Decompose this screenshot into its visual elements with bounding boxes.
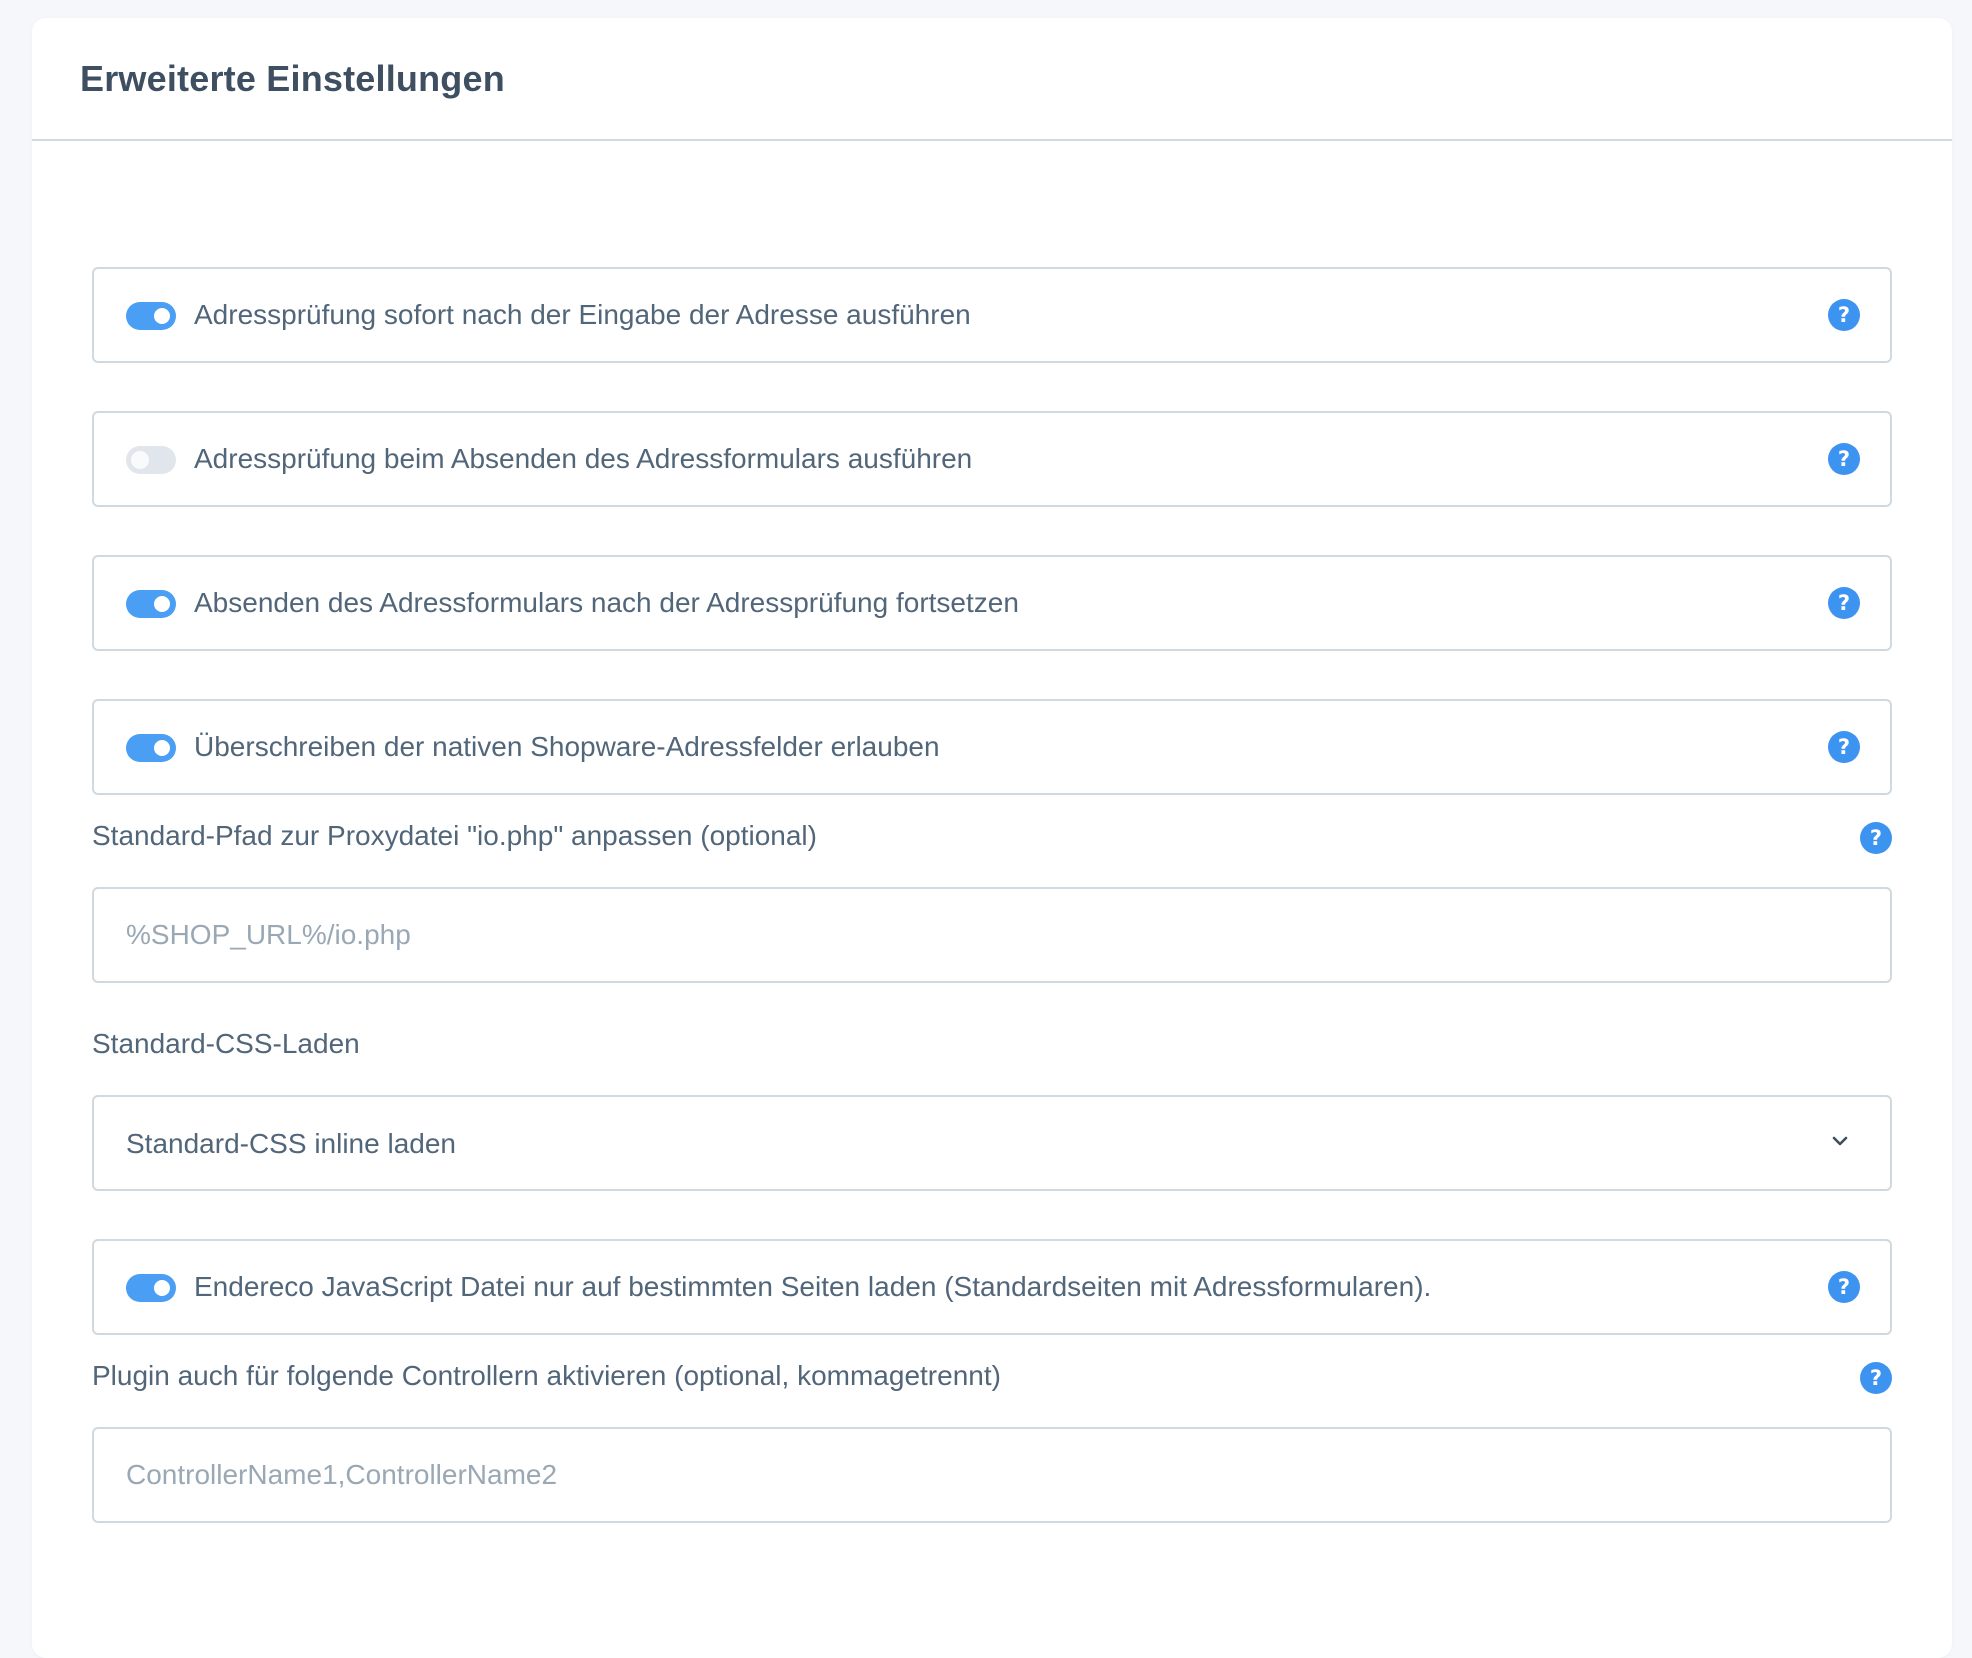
help-icon[interactable]: ? — [1828, 299, 1860, 331]
toggle-knob — [154, 308, 170, 324]
controllers-input[interactable] — [92, 1427, 1892, 1523]
help-icon[interactable]: ? — [1828, 443, 1860, 475]
page-title: Erweiterte Einstellungen — [80, 58, 505, 99]
toggle-knob — [131, 451, 149, 469]
toggle-knob — [154, 740, 170, 756]
proxy-path-label: Standard-Pfad zur Proxydatei "io.php" an… — [92, 820, 817, 851]
check-after-input-setting: Adressprüfung sofort nach der Eingabe de… — [92, 267, 1892, 363]
check-on-submit-label: Adressprüfung beim Absenden des Adressfo… — [194, 443, 973, 474]
overwrite-fields-label: Überschreiben der nativen Shopware-Adres… — [194, 731, 940, 762]
js-specific-pages-toggle[interactable] — [126, 1274, 176, 1302]
css-loading-select[interactable]: Standard-CSS inline laden — [92, 1095, 1892, 1191]
controllers-label: Plugin auch für folgende Controllern akt… — [92, 1360, 1001, 1391]
check-after-input-toggle[interactable] — [126, 302, 176, 330]
check-after-input-label: Adressprüfung sofort nach der Eingabe de… — [194, 299, 971, 330]
css-loading-label: Standard-CSS-Laden — [92, 1028, 360, 1059]
css-loading-selected-value: Standard-CSS inline laden — [126, 1128, 456, 1159]
help-icon[interactable]: ? — [1828, 731, 1860, 763]
help-icon[interactable]: ? — [1828, 587, 1860, 619]
chevron-down-icon — [1832, 1136, 1848, 1146]
help-icon[interactable]: ? — [1860, 1362, 1892, 1394]
overwrite-fields-toggle[interactable] — [126, 734, 176, 762]
advanced-settings-card: Erweiterte Einstellungen Adressprüfung s… — [32, 18, 1952, 1658]
overwrite-fields-setting: Überschreiben der nativen Shopware-Adres… — [92, 699, 1892, 795]
check-on-submit-setting: Adressprüfung beim Absenden des Adressfo… — [92, 411, 1892, 507]
help-icon[interactable]: ? — [1828, 1271, 1860, 1303]
continue-submit-label: Absenden des Adressformulars nach der Ad… — [194, 587, 1019, 618]
js-specific-pages-setting: Endereco JavaScript Datei nur auf bestim… — [92, 1239, 1892, 1335]
proxy-path-input[interactable] — [92, 887, 1892, 983]
help-icon[interactable]: ? — [1860, 822, 1892, 854]
check-on-submit-toggle[interactable] — [126, 446, 176, 474]
toggle-knob — [154, 1280, 170, 1296]
card-header: Erweiterte Einstellungen — [32, 18, 1952, 141]
continue-submit-toggle[interactable] — [126, 590, 176, 618]
continue-submit-setting: Absenden des Adressformulars nach der Ad… — [92, 555, 1892, 651]
js-specific-pages-label: Endereco JavaScript Datei nur auf bestim… — [194, 1271, 1432, 1302]
toggle-knob — [154, 596, 170, 612]
